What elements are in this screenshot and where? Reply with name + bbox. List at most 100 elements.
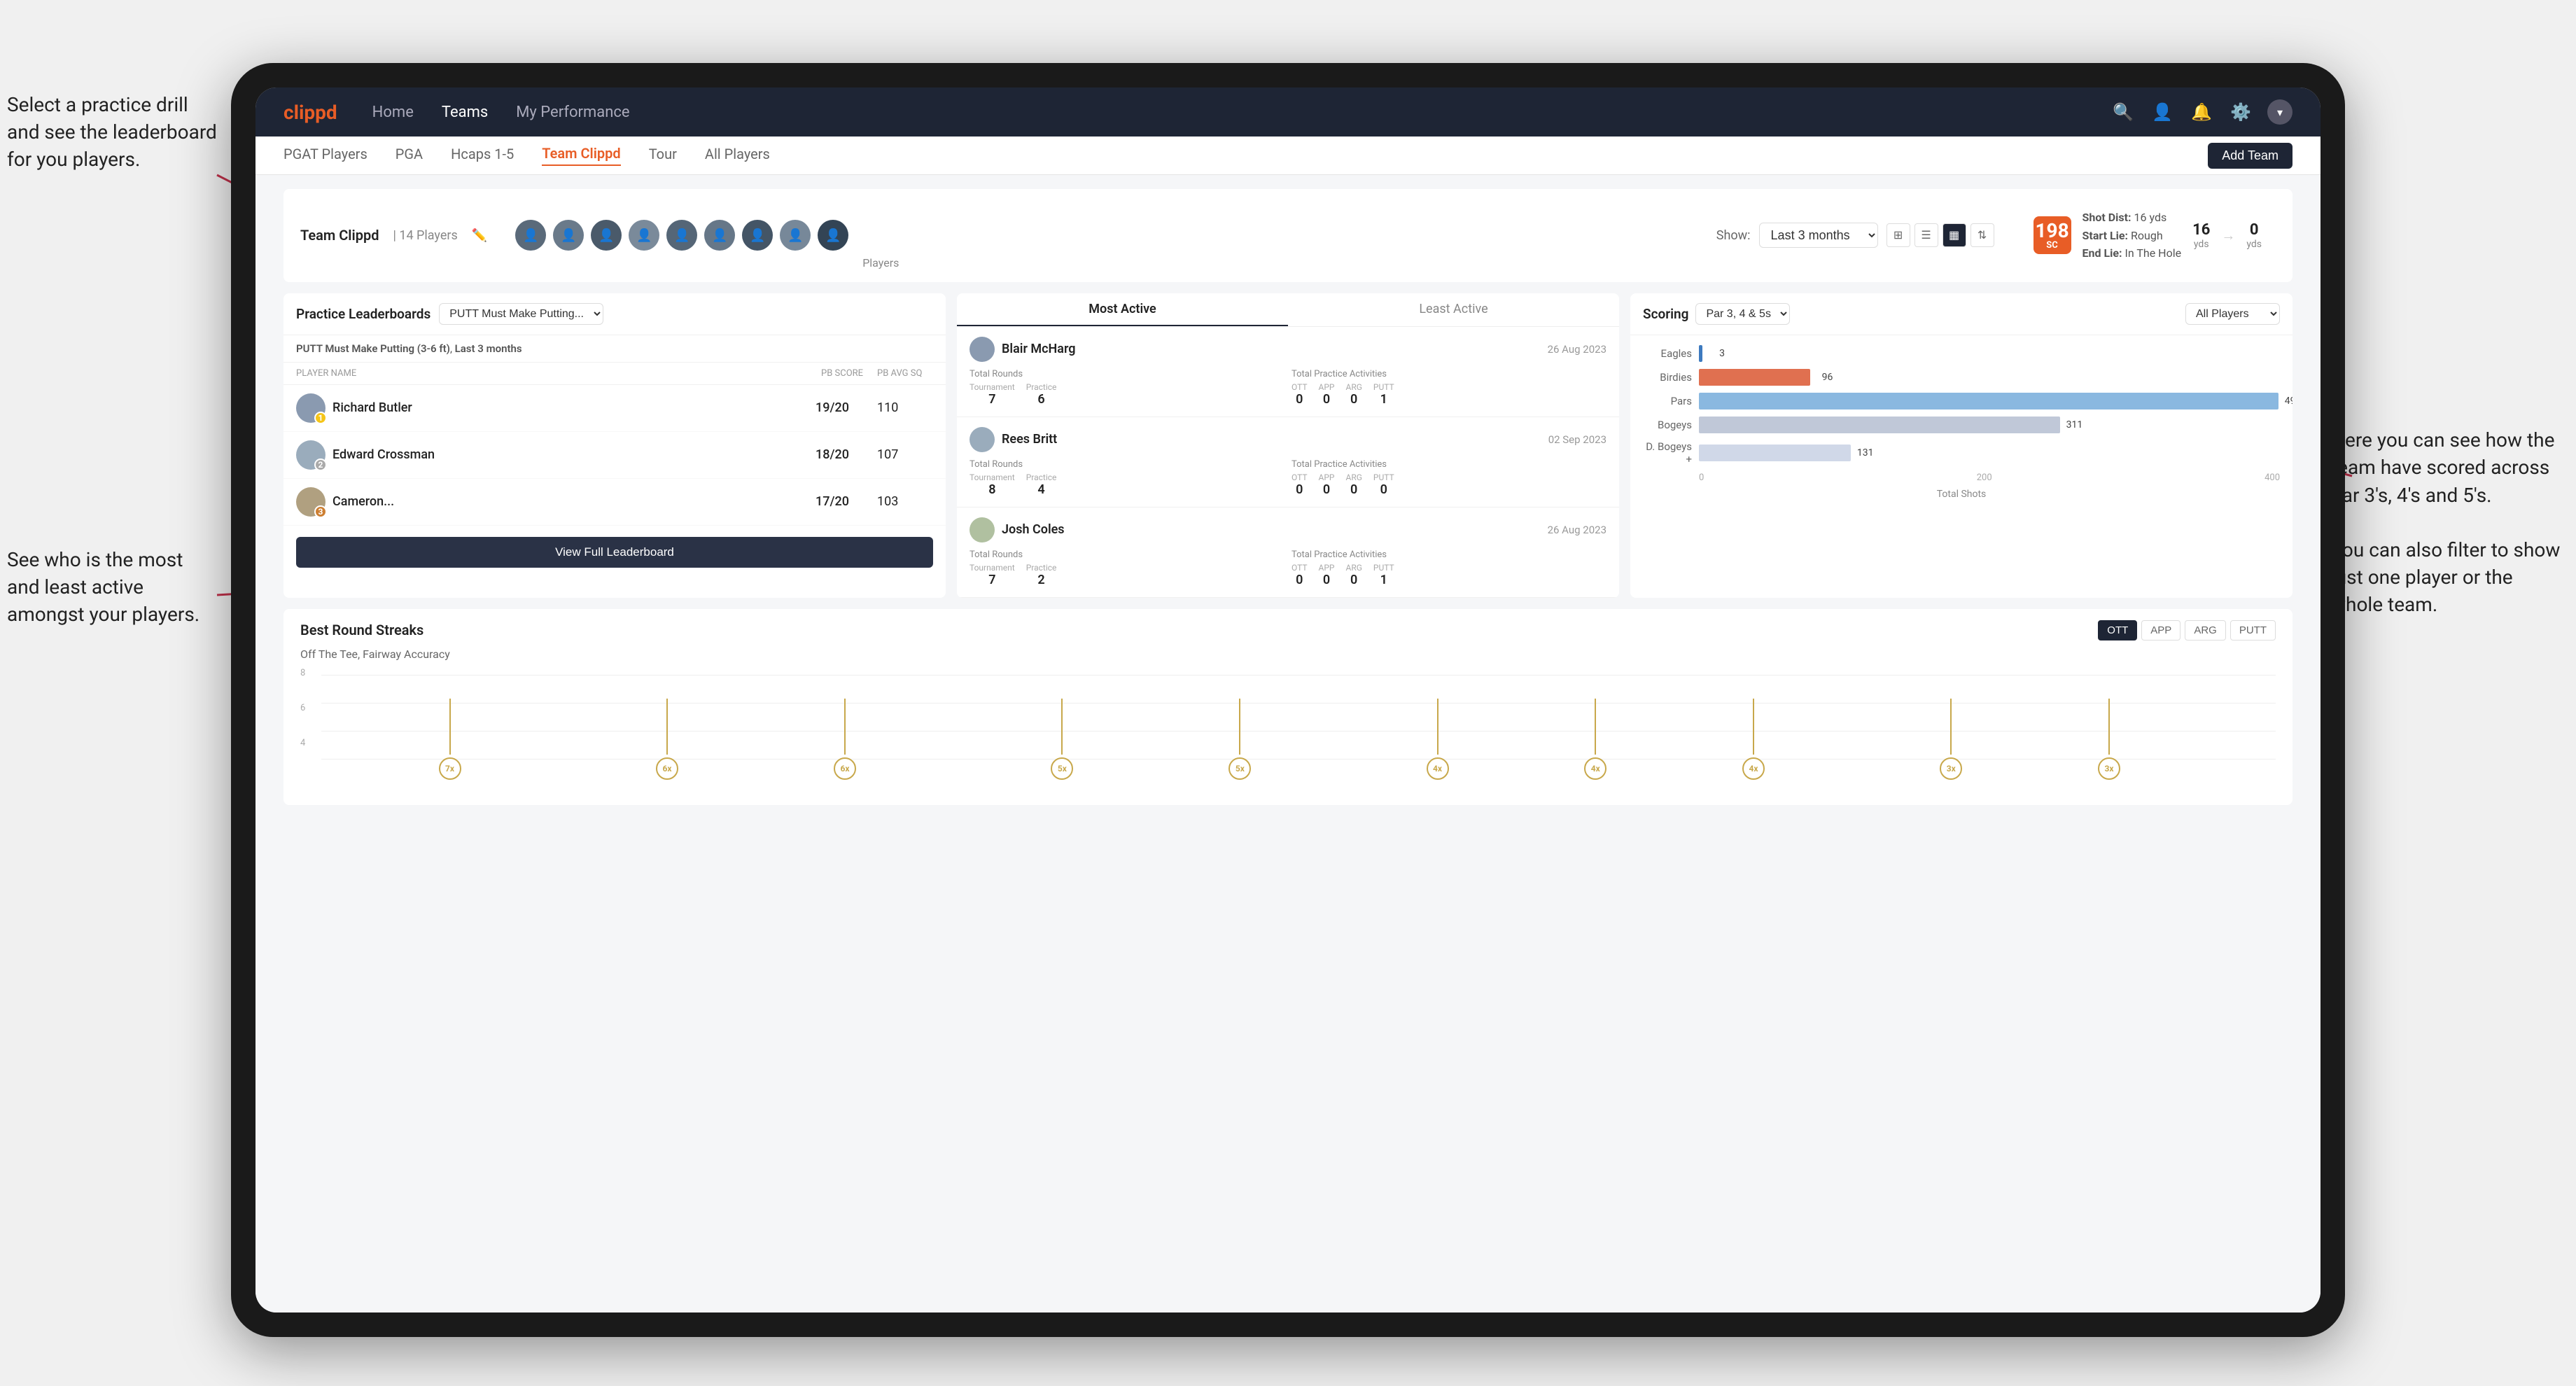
grid-line <box>321 703 2276 704</box>
grid-line <box>321 759 2276 760</box>
streak-dot-item: 6x <box>834 699 856 780</box>
streak-dot-line <box>666 699 668 755</box>
chart-x-axis: 0200400 <box>1699 472 2280 483</box>
subnav-team-clippd[interactable]: Team Clippd <box>542 145 620 166</box>
tab-most-active[interactable]: Most Active <box>957 293 1288 326</box>
settings-icon-btn[interactable]: ⚙️ <box>2228 99 2253 125</box>
streaks-header: Best Round Streaks OTT APP ARG PUTT <box>300 620 2276 640</box>
drill-select[interactable]: PUTT Must Make Putting... OTT Fairway Fi… <box>439 303 603 325</box>
leaderboard-title: Practice Leaderboards <box>296 306 430 322</box>
pa-rounds-group: Total Rounds Tournament 7 Practice 6 <box>969 369 1284 407</box>
nav-link-home[interactable]: Home <box>372 104 414 121</box>
edit-icon[interactable]: ✏️ <box>472 228 487 243</box>
leaderboard-row-1: 1 Richard Butler 19/20 110 <box>284 385 946 432</box>
player-avatar-3[interactable]: 👤 <box>591 220 622 251</box>
streak-filter-ott[interactable]: OTT <box>2098 620 2137 640</box>
nav-link-teams[interactable]: Teams <box>442 104 488 121</box>
streak-dot-item: 5x <box>1051 699 1073 780</box>
streak-filter-putt[interactable]: PUTT <box>2230 620 2276 640</box>
streak-dot-circle: 5x <box>1228 757 1251 780</box>
streak-dot-item: 4x <box>1742 699 1765 780</box>
player-info-1: 1 Richard Butler <box>296 393 810 423</box>
streak-filter-arg[interactable]: ARG <box>2185 620 2226 640</box>
shot-card: 198 SC Shot Dist: 16 yds Start Lie: Roug… <box>2019 200 2276 271</box>
chart-bar-value: 131 <box>1857 447 1874 458</box>
chart-bar-wrap: 96 <box>1699 369 2280 386</box>
chart-bar-label: D. Bogeys + <box>1643 440 1692 465</box>
streak-dot-line <box>1950 699 1952 755</box>
player-thumb-1: 1 <box>296 393 326 423</box>
subnav-pgat[interactable]: PGAT Players <box>284 146 368 165</box>
streaks-chart-area: 8647x6x6x5x5x4x4x4x3x3x <box>300 668 2276 794</box>
pa-thumb-3 <box>969 517 995 542</box>
streak-dot-circle: 4x <box>1742 757 1765 780</box>
player-avatar-5[interactable]: 👤 <box>666 220 697 251</box>
view-full-leaderboard-button[interactable]: View Full Leaderboard <box>296 537 933 568</box>
streak-dot-item: 3x <box>1940 699 1962 780</box>
chart-bar-label: Bogeys <box>1643 419 1692 431</box>
search-icon-btn[interactable]: 🔍 <box>2110 99 2136 125</box>
bell-icon-btn[interactable]: 🔔 <box>2189 99 2214 125</box>
scoring-par-filter[interactable]: Par 3, 4 & 5s Par 3s Par 4s Par 5s <box>1695 303 1790 325</box>
chart-bar-wrap: 311 <box>1699 416 2280 433</box>
player-avatar-2[interactable]: 👤 <box>553 220 584 251</box>
player-info-2: 2 Edward Crossman <box>296 440 810 470</box>
view-icons: ⊞ ☰ ▦ ⇅ <box>1886 223 1994 247</box>
chart-bar-value: 499 <box>2285 396 2292 407</box>
player-info-3: 3 Cameron... <box>296 487 810 517</box>
scoring-title: Scoring <box>1643 306 1688 322</box>
scoring-chart: Eagles3Birdies96Pars499Bogeys311D. Bogey… <box>1630 335 2292 510</box>
streak-dot-item: 4x <box>1427 699 1449 780</box>
chart-bar-row: Eagles3 <box>1643 345 2280 362</box>
person-icon-btn[interactable]: 👤 <box>2150 99 2175 125</box>
pa-stats-2: Total Rounds Tournament 8 Practice 4 <box>969 459 1606 497</box>
col-pb-score: PB SCORE <box>821 368 877 379</box>
grid-view-btn[interactable]: ⊞ <box>1886 223 1910 247</box>
nav-icons: 🔍 👤 🔔 ⚙️ ▾ <box>2110 99 2292 125</box>
end-lie-label: End Lie: In The Hole <box>2082 244 2182 262</box>
avg-2: 107 <box>877 447 933 462</box>
player-avatar-4[interactable]: 👤 <box>629 220 659 251</box>
start-lie-label: Start Lie: Rough <box>2082 227 2182 245</box>
card-view-btn[interactable]: ▦ <box>1942 223 1966 247</box>
streak-filter-app[interactable]: APP <box>2141 620 2180 640</box>
shot-yds-right: 0 yds <box>2246 221 2262 250</box>
streak-dot-item: 3x <box>2098 699 2120 780</box>
list-view-btn[interactable]: ☰ <box>1914 223 1938 247</box>
col-pb-avg: PB AVG SQ <box>877 368 933 379</box>
nav-link-performance[interactable]: My Performance <box>516 104 629 121</box>
players-label: Players <box>862 256 899 271</box>
player-name-2: Edward Crossman <box>332 447 435 462</box>
chart-bar-fill: 131 <box>1699 444 1851 461</box>
streak-dot-circle: 3x <box>1940 757 1962 780</box>
subnav-hcaps[interactable]: Hcaps 1-5 <box>451 146 514 165</box>
player-avatar-1[interactable]: 👤 <box>515 220 546 251</box>
activity-player-1: Blair McHarg 26 Aug 2023 Total Rounds To… <box>957 327 1619 417</box>
player-avatar-8[interactable]: 👤 <box>780 220 811 251</box>
shot-yds: 16 yds → 0 yds <box>2192 221 2262 250</box>
chart-bar-value: 3 <box>1719 348 1725 359</box>
player-avatar-6[interactable]: 👤 <box>704 220 735 251</box>
user-avatar[interactable]: ▾ <box>2267 99 2292 125</box>
pa-header-3: Josh Coles 26 Aug 2023 <box>969 517 1606 542</box>
add-team-button[interactable]: Add Team <box>2208 143 2292 169</box>
streak-dot-item: 7x <box>439 699 461 780</box>
streak-dot-line <box>1437 699 1438 755</box>
streak-dot-line <box>1595 699 1596 755</box>
pa-rounds-row: Tournament 7 Practice 6 <box>969 382 1284 407</box>
player-avatar-9[interactable]: 👤 <box>818 220 848 251</box>
tablet-device: clippd Home Teams My Performance 🔍 👤 🔔 ⚙… <box>231 63 2345 1337</box>
player-avatar-7[interactable]: 👤 <box>742 220 773 251</box>
score-3: 17/20 <box>816 494 872 509</box>
show-period-select[interactable]: Last 3 months Last 6 months Last 12 mont… <box>1759 223 1878 248</box>
subnav-tour[interactable]: Tour <box>649 146 677 165</box>
grid-line <box>321 731 2276 732</box>
sort-btn[interactable]: ⇅ <box>1970 223 1994 247</box>
streak-dot-circle: 3x <box>2098 757 2120 780</box>
streak-dot-item: 4x <box>1584 699 1606 780</box>
tab-least-active[interactable]: Least Active <box>1288 293 1619 326</box>
subnav-all-players[interactable]: All Players <box>705 146 770 165</box>
medal-bronze-3: 3 <box>314 505 327 518</box>
subnav-pga[interactable]: PGA <box>396 146 423 165</box>
scoring-player-filter[interactable]: All Players Blair McHarg Rees Britt <box>2185 303 2280 325</box>
